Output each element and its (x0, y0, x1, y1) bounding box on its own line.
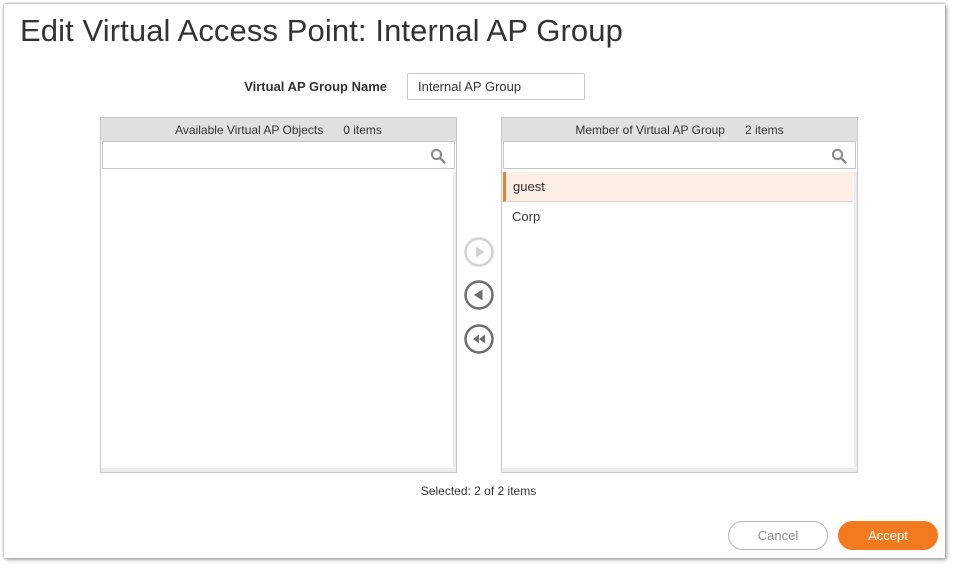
cancel-button[interactable]: Cancel (728, 521, 828, 550)
group-name-input[interactable] (407, 73, 585, 100)
group-name-label: Virtual AP Group Name (244, 79, 387, 94)
members-panel-title: Member of Virtual AP Group (575, 122, 725, 137)
available-objects-list[interactable] (102, 172, 452, 467)
available-list-hscrollbar (101, 468, 456, 472)
members-search-input[interactable] (510, 142, 814, 168)
edit-virtual-access-point-dialog: Edit Virtual Access Point: Internal AP G… (4, 4, 945, 558)
members-list-scrollbar[interactable] (854, 172, 857, 467)
available-search-box (102, 141, 455, 169)
add-to-group-button[interactable] (463, 236, 495, 268)
available-list-scrollbar[interactable] (453, 172, 456, 467)
rewind-circle-icon (464, 324, 494, 354)
available-panel-count: 0 items (343, 122, 382, 137)
list-item-corp[interactable]: Corp (503, 202, 853, 232)
members-panel-header: Member of Virtual AP Group 2 items (502, 118, 857, 141)
selection-status: Selected: 2 of 2 items (420, 484, 537, 498)
search-icon[interactable] (430, 148, 446, 164)
available-objects-panel: Available Virtual AP Objects 0 items (100, 117, 457, 473)
group-members-list: guest Corp (503, 172, 853, 467)
members-list-hscrollbar (502, 468, 857, 472)
available-panel-title: Available Virtual AP Objects (175, 122, 324, 137)
remove-from-group-button[interactable] (463, 279, 495, 311)
dialog-title: Edit Virtual Access Point: Internal AP G… (20, 13, 623, 48)
remove-all-from-group-button[interactable] (463, 323, 495, 355)
members-search-box (503, 141, 856, 169)
list-item-guest[interactable]: guest (503, 172, 853, 202)
accept-button[interactable]: Accept (838, 521, 938, 550)
back-circle-icon (464, 280, 494, 310)
group-members-panel: Member of Virtual AP Group 2 items guest… (501, 117, 858, 473)
search-icon[interactable] (831, 148, 847, 164)
available-search-input[interactable] (109, 142, 413, 168)
available-panel-header: Available Virtual AP Objects 0 items (101, 118, 456, 141)
play-circle-icon (464, 237, 494, 267)
members-panel-count: 2 items (744, 122, 784, 137)
